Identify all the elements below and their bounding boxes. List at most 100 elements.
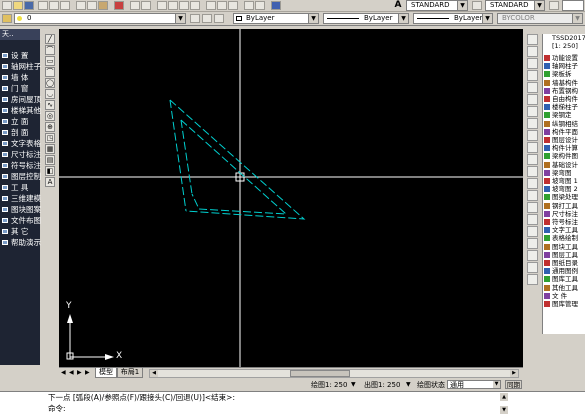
left-menu-item[interactable]: 文字表格 — [0, 138, 41, 149]
chamfer-icon[interactable] — [527, 190, 538, 201]
zoom-realtime-icon[interactable] — [168, 1, 178, 10]
drawing-canvas[interactable]: Y X — [59, 29, 523, 367]
lineweight-select[interactable]: ByLayer ▼ — [413, 13, 493, 24]
calculator-icon[interactable] — [255, 1, 265, 10]
tssd-list-item[interactable]: 图梁处理 — [543, 193, 585, 201]
layer-manager-icon[interactable] — [2, 14, 12, 23]
text-icon[interactable] — [527, 274, 538, 285]
state-select[interactable]: 通用 ▼ — [447, 380, 501, 389]
draw-tool-icon[interactable]: ⌒ — [45, 67, 55, 77]
tssd-list-item[interactable]: 功能设置 — [543, 54, 585, 62]
tssd-list-item[interactable]: 其他工具 — [543, 284, 585, 292]
zoom-window-icon[interactable] — [179, 1, 189, 10]
left-menu-item[interactable]: 文件布图 — [0, 215, 41, 226]
draw-tool-icon[interactable]: ◳ — [45, 133, 55, 143]
command-scroll-down-icon[interactable]: ▼ — [500, 406, 508, 414]
draw-tool-icon[interactable]: ▤ — [45, 155, 55, 165]
dim-style-select[interactable]: STANDARD ▼ — [485, 0, 545, 11]
plotstyle-select[interactable]: BYCOLOR ▼ — [497, 13, 583, 24]
left-menu-item[interactable]: 墙 体 — [0, 72, 40, 83]
layer-states-icon[interactable] — [214, 14, 224, 23]
table-style-icon[interactable] — [549, 1, 559, 10]
draw-tool-icon[interactable]: ⌒ — [45, 45, 55, 55]
draw-tool-icon[interactable]: ▦ — [45, 144, 55, 154]
draw-tool-icon[interactable]: ◧ — [45, 166, 55, 176]
table-style-select[interactable] — [562, 0, 584, 11]
properties-icon[interactable] — [206, 1, 216, 10]
extend-icon[interactable] — [527, 154, 538, 165]
array-icon[interactable] — [527, 82, 538, 93]
scroll-left-arrow[interactable]: ◀ — [150, 370, 158, 377]
left-menu-item[interactable]: 工 具 — [0, 182, 40, 193]
sync-button[interactable]: 同期 — [505, 380, 522, 389]
redo-icon[interactable] — [141, 1, 151, 10]
plot-scale-chevron-icon[interactable]: ▼ — [351, 381, 356, 388]
draw-tool-icon[interactable]: ◎ — [45, 111, 55, 121]
tool-palettes-icon[interactable] — [228, 1, 238, 10]
dim-style-icon[interactable] — [472, 1, 482, 10]
help-icon[interactable] — [271, 1, 281, 10]
horizontal-scrollbar[interactable]: ◀ ▶ — [149, 369, 519, 378]
linetype-select[interactable]: ByLayer ▼ — [323, 13, 409, 24]
tssd-list-item[interactable]: 布置钢构 — [543, 87, 585, 95]
make-current-icon[interactable] — [190, 14, 200, 23]
design-center-icon[interactable] — [217, 1, 227, 10]
tssd-list-item[interactable]: 钢打工具 — [543, 202, 585, 210]
draw-tool-icon[interactable]: ◡ — [45, 89, 55, 99]
fillet-icon[interactable] — [527, 202, 538, 213]
tssd-list-item[interactable]: 通用图例 — [543, 267, 585, 275]
tssd-list-item[interactable]: 表格绘制 — [543, 234, 585, 242]
left-menu-item[interactable]: 设 置 — [0, 50, 40, 61]
tssd-list-item[interactable]: 图库管理 — [543, 300, 585, 308]
chevron-down-icon[interactable]: ▼ — [398, 14, 408, 23]
left-menu-item[interactable]: 楼梯其他 — [0, 105, 41, 116]
tab-nav-last[interactable]: ▶ — [85, 369, 91, 377]
tab-nav-first[interactable]: ◀ — [61, 369, 67, 377]
new-file-icon[interactable] — [2, 1, 12, 10]
tssd-list-item[interactable]: 梁钢定 — [543, 111, 585, 119]
tab-model[interactable]: 模型 — [95, 368, 117, 378]
text-style-a-icon[interactable]: A — [392, 0, 404, 11]
chevron-down-icon[interactable]: ▼ — [572, 14, 582, 23]
tssd-list-item[interactable]: 自由构件 — [543, 95, 585, 103]
tssd-list-item[interactable]: 轴网柱子 — [543, 62, 585, 70]
left-menu-item[interactable]: 图块图案 — [0, 204, 41, 215]
tab-nav-prev[interactable]: ◀ — [69, 369, 75, 377]
layer-previous-icon[interactable] — [202, 14, 212, 23]
draw-tool-icon[interactable]: A — [45, 177, 55, 187]
tssd-list-item[interactable]: 文 件 — [543, 292, 585, 300]
tssd-list-item[interactable]: 基础设计 — [543, 161, 585, 169]
vertical-scroll-strip[interactable] — [523, 29, 526, 378]
copy-object-icon[interactable] — [527, 46, 538, 57]
left-menu-item[interactable]: 帮助演示 — [0, 237, 41, 248]
join-icon[interactable] — [527, 178, 538, 189]
scroll-right-arrow[interactable]: ▶ — [510, 370, 518, 377]
command-scroll-up-icon[interactable]: ▲ — [500, 393, 508, 401]
zoom-previous-icon[interactable] — [190, 1, 200, 10]
erase-icon[interactable] — [527, 34, 538, 45]
markup-icon[interactable] — [244, 1, 254, 10]
tssd-list-item[interactable]: 梁构件图 — [543, 152, 585, 160]
left-menu-item[interactable]: 轴网柱子 — [0, 61, 41, 72]
left-menu-item[interactable]: 尺寸标注 — [0, 149, 41, 160]
copy-icon[interactable] — [87, 1, 97, 10]
command-input[interactable]: 命令: — [48, 404, 66, 414]
mirror-icon[interactable] — [527, 58, 538, 69]
draw-tool-icon[interactable]: ∿ — [45, 100, 55, 110]
tssd-list-item[interactable]: 文字工具 — [543, 226, 585, 234]
plot-scale-label[interactable]: 绘图1: 250 — [311, 381, 347, 389]
print-icon[interactable] — [38, 1, 48, 10]
tssd-list-item[interactable]: 图块工具 — [543, 243, 585, 251]
save-icon[interactable] — [24, 1, 34, 10]
tssd-list-item[interactable]: 构件平面 — [543, 128, 585, 136]
chevron-down-icon[interactable]: ▼ — [308, 14, 318, 23]
layer-select[interactable]: 0 ▼ — [14, 13, 186, 24]
chevron-down-icon[interactable]: ▼ — [175, 14, 185, 23]
left-menu-item[interactable]: 房间屋顶 — [0, 94, 41, 105]
offset-icon[interactable] — [527, 70, 538, 81]
tssd-list-item[interactable]: 坡弯图 2 — [543, 185, 585, 193]
block-icon[interactable] — [527, 262, 538, 273]
cut-icon[interactable] — [76, 1, 86, 10]
trim-icon[interactable] — [527, 142, 538, 153]
tssd-list-item[interactable]: 尺寸标注 — [543, 210, 585, 218]
